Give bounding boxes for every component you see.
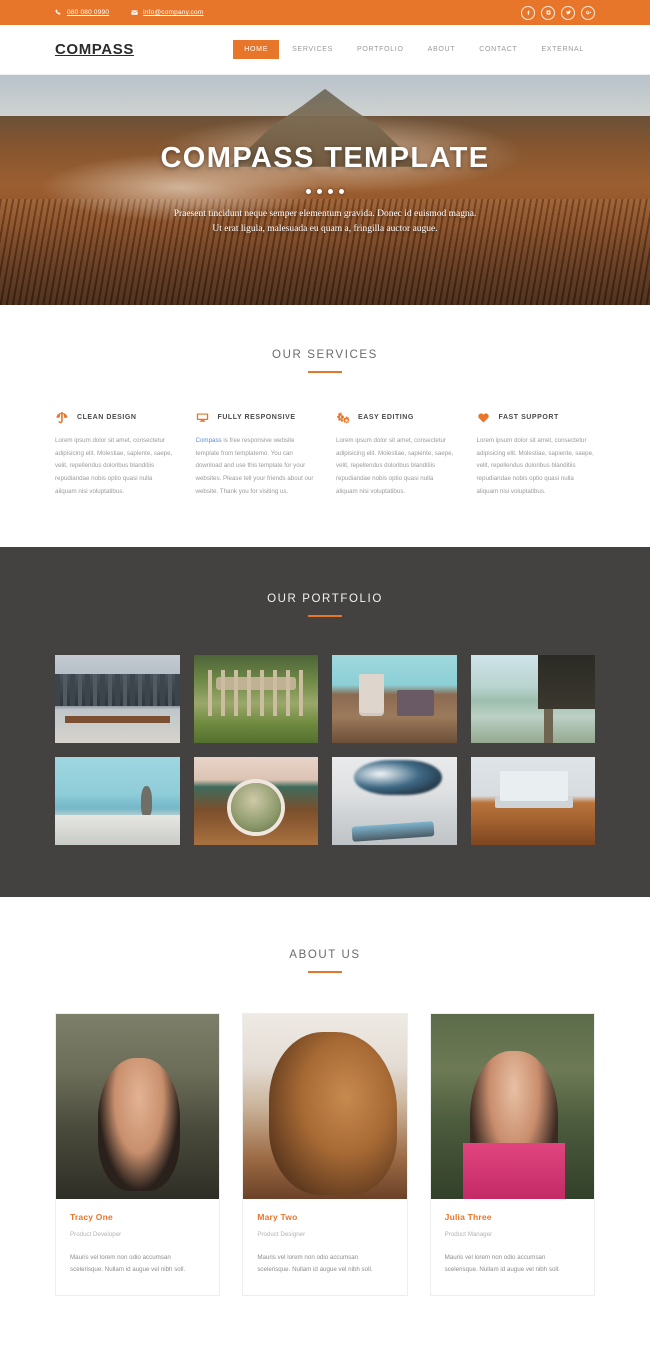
team-member-description: Mauris vel lorem non odio accumsan scele… <box>70 1253 186 1274</box>
team-member-name: Tracy One <box>70 1211 113 1222</box>
team-member-name: Mary Two <box>257 1211 298 1222</box>
phone-number: 080 080 0990 <box>67 9 110 16</box>
carousel-dot-3[interactable] <box>328 188 333 194</box>
team-photo <box>430 1013 594 1199</box>
portfolio-item-cactus-pot[interactable] <box>193 756 318 845</box>
service-item-clean-design: CLEAN DESIGN Lorem ipsum dolor sit amet,… <box>55 411 174 499</box>
portfolio-thumbnail <box>332 756 457 845</box>
carousel-dots[interactable] <box>60 188 590 194</box>
facebook-icon[interactable] <box>521 5 535 20</box>
portfolio-item-bridge-pier[interactable] <box>470 654 595 743</box>
nav-item-portfolio[interactable]: PORTFOLIO <box>346 40 415 59</box>
team-member-role: Product Developer <box>70 1230 122 1238</box>
service-item-fully-responsive: FULLY RESPONSIVE Compass is free respons… <box>196 411 315 499</box>
nav-item-contact[interactable]: CONTACT <box>468 40 528 59</box>
nav-item-external[interactable]: EXTERNAL <box>530 40 595 59</box>
services-heading-rule <box>308 371 342 373</box>
portfolio-thumbnail <box>55 756 180 845</box>
about-heading: ABOUT US <box>289 948 361 961</box>
team-grid: Tracy One Product Developer Mauris vel l… <box>55 1012 595 1296</box>
google-plus-icon[interactable] <box>581 5 595 20</box>
service-item-fast-support: FAST SUPPORT Lorem ipsum dolor sit amet,… <box>477 411 596 499</box>
avatar <box>243 1013 407 1199</box>
portfolio-heading-rule <box>308 614 342 617</box>
service-body: Lorem ipsum dolor sit amet, consectetur … <box>476 437 594 495</box>
portfolio-item-pelican-pier[interactable] <box>55 756 180 845</box>
email-address: info@company.com <box>143 9 204 16</box>
about-section: ABOUT US Tracy One Product Developer Mau… <box>0 896 650 1346</box>
hero-banner: COMPASS TEMPLATE Praesent tincidunt nequ… <box>0 75 650 305</box>
services-section: OUR SERVICES CLEAN DESIGN Lorem ipsum do… <box>0 305 650 547</box>
nav-item-home[interactable]: HOME <box>233 40 280 59</box>
avatar <box>56 1013 220 1199</box>
portfolio-item-smartphone[interactable] <box>332 756 457 845</box>
envelope-icon <box>131 9 138 16</box>
portfolio-thumbnail <box>193 756 318 845</box>
main-navigation: HOME SERVICES PORTFOLIO ABOUT CONTACT EX… <box>233 40 595 59</box>
team-photo <box>243 1013 407 1199</box>
service-body-text: is free responsive website template from… <box>195 437 314 495</box>
portfolio-section: OUR PORTFOLIO <box>0 546 650 897</box>
services-heading: OUR SERVICES <box>272 349 378 361</box>
portfolio-thumbnail <box>470 756 595 845</box>
portfolio-item-coffee-cup[interactable] <box>332 654 457 743</box>
portfolio-item-wooden-dock[interactable] <box>193 654 318 743</box>
service-body: Lorem ipsum dolor sit amet, consectetur … <box>336 437 454 495</box>
portfolio-grid <box>55 654 595 845</box>
service-title: FULLY RESPONSIVE <box>217 414 296 421</box>
heart-icon <box>477 411 490 424</box>
nav-item-about[interactable]: ABOUT <box>417 40 467 59</box>
portfolio-thumbnail <box>470 654 595 743</box>
team-member-role: Product Designer <box>257 1230 306 1238</box>
phone-link[interactable]: 080 080 0990 <box>55 9 109 16</box>
services-grid: CLEAN DESIGN Lorem ipsum dolor sit amet,… <box>55 411 595 499</box>
twitter-icon[interactable] <box>561 5 575 20</box>
team-member-description: Mauris vel lorem non odio accumsan scele… <box>257 1253 373 1274</box>
social-links <box>521 5 595 20</box>
portfolio-item-city-skyline[interactable] <box>55 654 180 743</box>
portfolio-thumbnail <box>332 654 457 743</box>
email-link[interactable]: info@company.com <box>131 9 203 16</box>
about-heading-rule <box>308 970 342 973</box>
team-member-role: Product Manager <box>444 1230 493 1238</box>
portfolio-item-laptop-desk[interactable] <box>470 756 595 845</box>
top-bar: 080 080 0990 info@company.com <box>0 0 650 25</box>
portfolio-thumbnail <box>55 654 180 743</box>
team-member-description: Mauris vel lorem non odio accumsan scele… <box>444 1253 560 1274</box>
instagram-icon[interactable] <box>541 5 555 20</box>
service-title: FAST SUPPORT <box>498 414 559 421</box>
service-title: CLEAN DESIGN <box>77 414 137 421</box>
service-title: EASY EDITING <box>358 414 414 421</box>
hero-subtitle: Praesent tincidunt neque semper elementu… <box>60 207 590 238</box>
nav-item-services[interactable]: SERVICES <box>281 40 344 59</box>
compass-link[interactable]: Compass <box>196 437 222 444</box>
team-member-name: Julia Three <box>444 1211 492 1222</box>
umbrella-icon <box>55 411 68 424</box>
site-logo[interactable]: COMPASS <box>55 41 233 58</box>
team-card-julia-three[interactable]: Julia Three Product Manager Mauris vel l… <box>429 1012 595 1296</box>
hero-subtitle-line-1: Praesent tincidunt neque semper elementu… <box>173 208 477 219</box>
team-card-tracy-one[interactable]: Tracy One Product Developer Mauris vel l… <box>55 1012 221 1296</box>
service-body: Lorem ipsum dolor sit amet, consectetur … <box>55 437 173 495</box>
phone-icon <box>55 9 62 16</box>
service-body: Compass is free responsive website templ… <box>196 435 315 499</box>
team-photo <box>56 1013 220 1199</box>
portfolio-heading: OUR PORTFOLIO <box>267 592 383 605</box>
top-bar-contacts: 080 080 0990 info@company.com <box>55 9 521 16</box>
carousel-dot-4[interactable] <box>339 188 344 194</box>
site-header: COMPASS HOME SERVICES PORTFOLIO ABOUT CO… <box>0 25 650 75</box>
cogs-icon <box>336 411 349 424</box>
hero-subtitle-line-2: Ut erat ligula, malesuada eu quam a, fri… <box>212 223 438 234</box>
hero-title: COMPASS TEMPLATE <box>160 141 490 174</box>
carousel-dot-2[interactable] <box>317 188 322 194</box>
team-card-mary-two[interactable]: Mary Two Product Designer Mauris vel lor… <box>242 1012 408 1296</box>
portfolio-thumbnail <box>193 654 318 743</box>
desktop-icon <box>196 411 209 424</box>
carousel-dot-1[interactable] <box>306 188 311 194</box>
service-item-easy-editing: EASY EDITING Lorem ipsum dolor sit amet,… <box>336 411 455 499</box>
avatar <box>430 1013 594 1199</box>
